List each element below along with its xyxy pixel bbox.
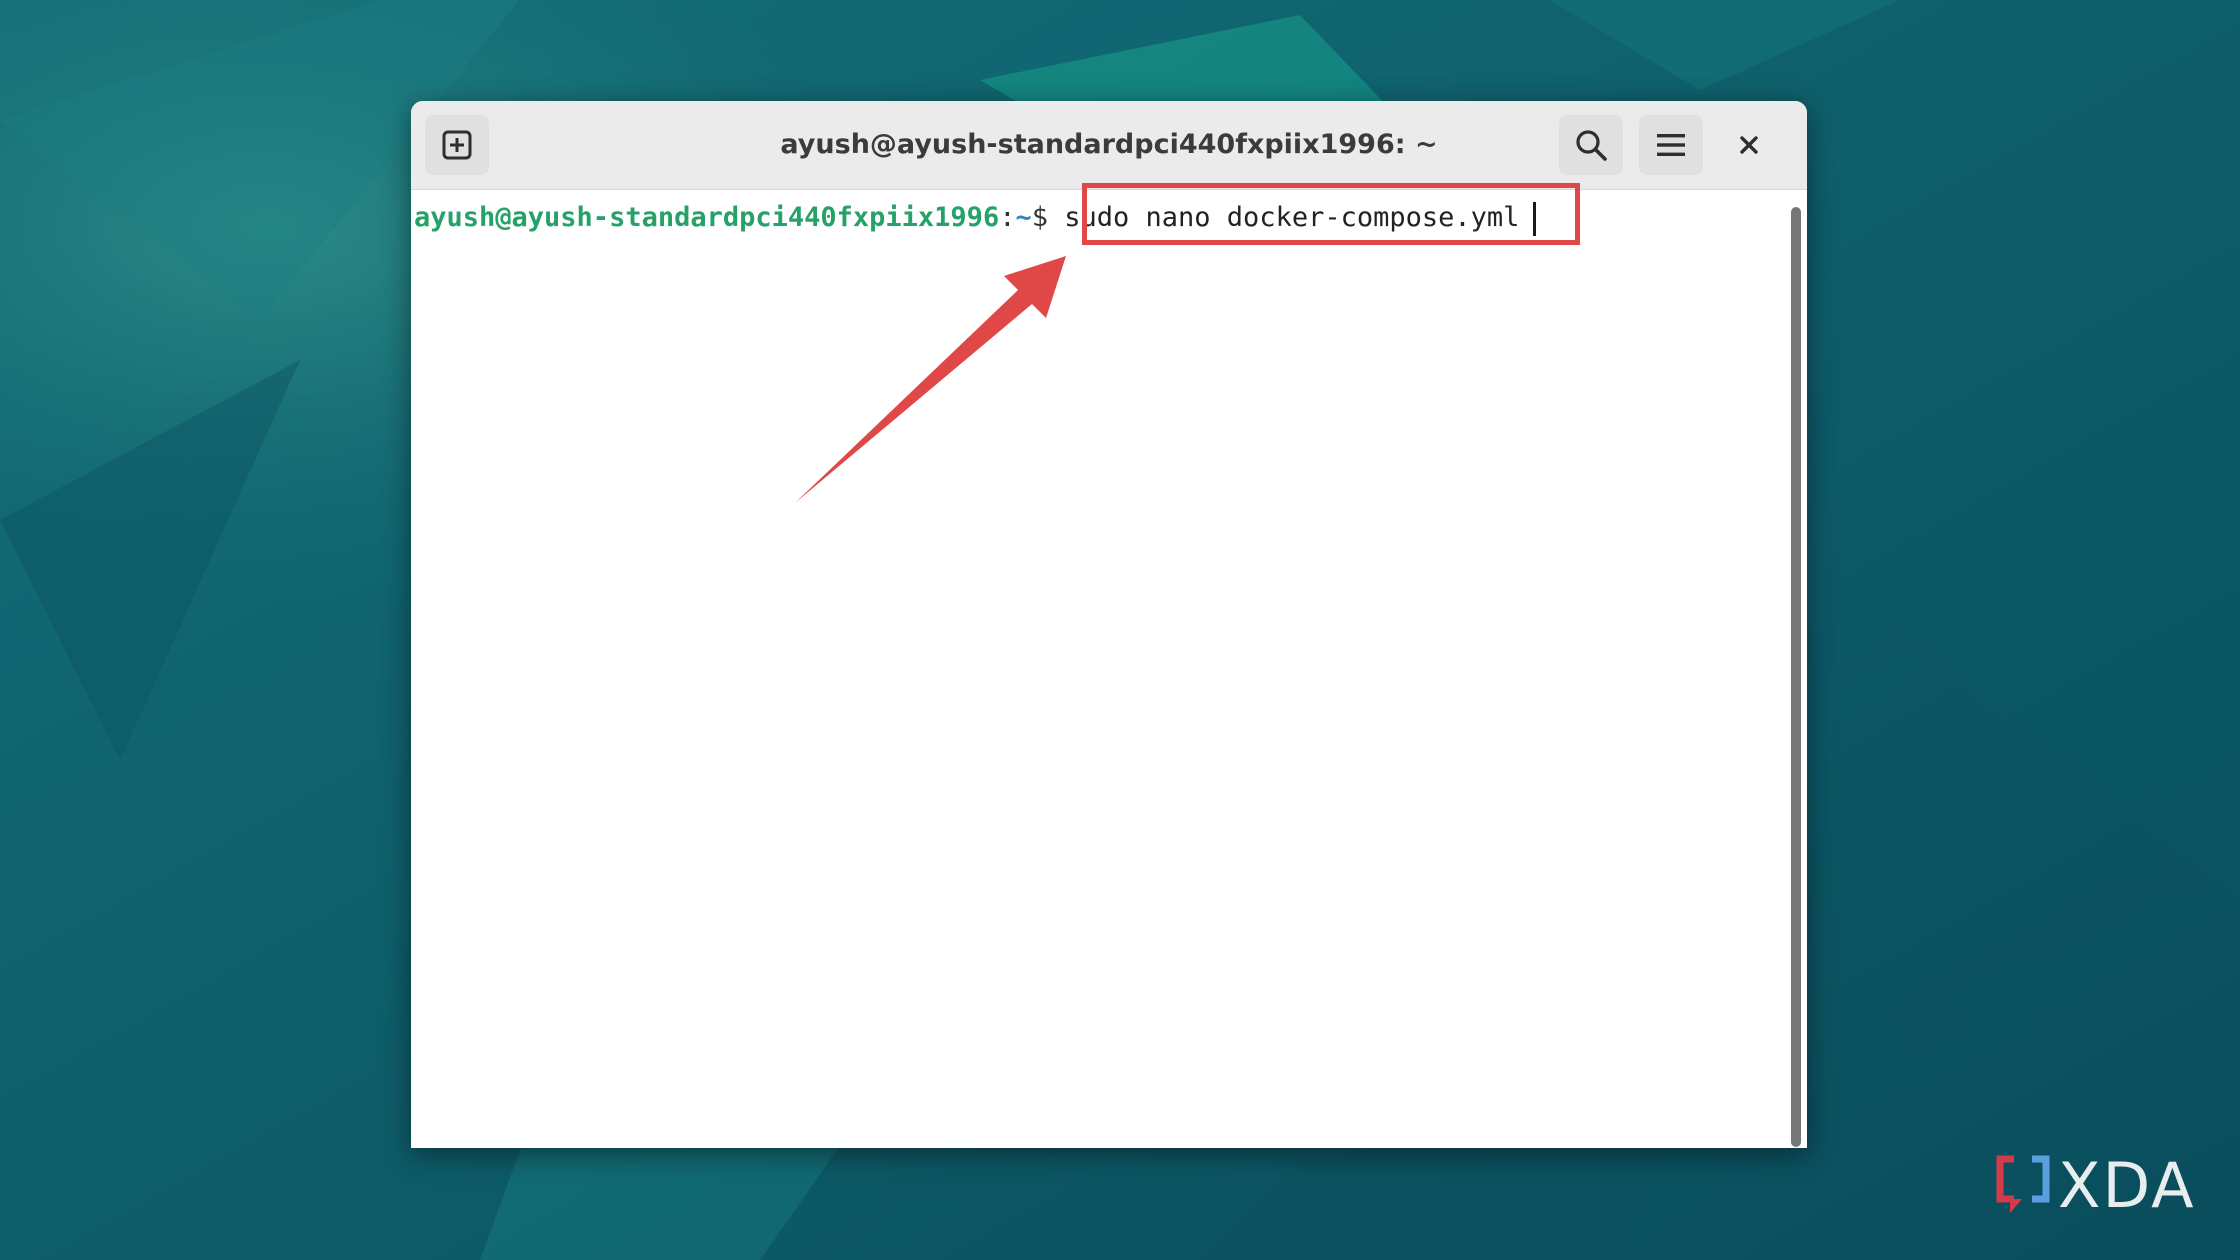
- prompt-path: ~: [1015, 202, 1032, 233]
- prompt-symbol: $: [1031, 202, 1065, 233]
- terminal-area[interactable]: ayush@ayush-standardpci440fxpiix1996:~$ …: [411, 190, 1785, 1148]
- close-button[interactable]: [1717, 115, 1781, 175]
- text-cursor: [1533, 201, 1537, 236]
- window-title: ayush@ayush-standardpci440fxpiix1996: ~: [780, 129, 1438, 160]
- typed-command: sudo nano docker-compose.yml: [1064, 202, 1520, 233]
- menu-button[interactable]: [1639, 115, 1703, 175]
- terminal-window: ayush@ayush-standardpci440fxpiix1996: ~ …: [411, 101, 1807, 1148]
- hamburger-menu-icon: [1657, 134, 1685, 156]
- prompt-line: ayush@ayush-standardpci440fxpiix1996:~$ …: [414, 194, 1537, 242]
- close-icon: [1740, 136, 1758, 154]
- xda-logo-text: XDA: [2058, 1148, 2196, 1222]
- xda-logo: XDA: [1996, 1148, 2196, 1222]
- prompt-separator: :: [999, 202, 1016, 233]
- search-icon: [1576, 130, 1607, 161]
- new-tab-button[interactable]: [425, 115, 489, 175]
- prompt-user-host: ayush@ayush-standardpci440fxpiix1996: [414, 202, 1000, 233]
- title-bar: ayush@ayush-standardpci440fxpiix1996: ~: [411, 101, 1807, 190]
- scrollbar[interactable]: [1791, 207, 1801, 1147]
- new-tab-icon: [442, 130, 472, 160]
- xda-bracket-logo-icon: [1996, 1155, 2050, 1213]
- search-button[interactable]: [1559, 115, 1623, 175]
